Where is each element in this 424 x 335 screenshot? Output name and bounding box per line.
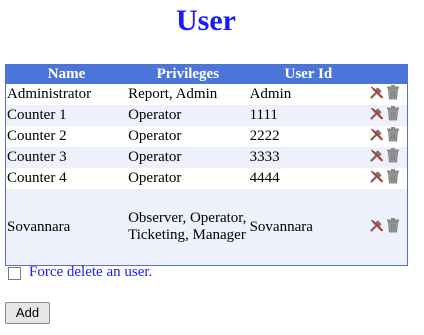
force-delete-option[interactable]: Force delete an user. [8, 264, 152, 281]
cell-user-id: 4444 [249, 170, 280, 186]
edit-tools-icon[interactable] [369, 126, 385, 142]
cell-user-id: Sovannara [249, 218, 313, 235]
cell-privileges: Operator [128, 107, 182, 123]
users-table: Name Privileges User Id Administrator Rep… [5, 64, 408, 266]
cell-name: Counter 2 [7, 128, 67, 144]
force-delete-checkbox[interactable] [8, 266, 21, 280]
cell-user-id: 3333 [249, 149, 280, 165]
trash-icon[interactable] [386, 105, 400, 121]
page-title: User [176, 4, 236, 37]
cell-user-id: Admin [249, 86, 292, 102]
trash-icon[interactable] [386, 147, 400, 163]
add-button[interactable]: Add [5, 302, 50, 324]
edit-tools-icon[interactable] [369, 147, 385, 163]
trash-icon[interactable] [386, 126, 400, 142]
header-actions [368, 65, 407, 84]
cell-actions [368, 168, 407, 189]
table-row: Counter 3 Operator 3333 [6, 147, 407, 168]
cell-name: Counter 3 [7, 149, 67, 165]
edit-tools-icon[interactable] [369, 168, 385, 184]
cell-actions [368, 105, 407, 126]
table-row: Sovannara Observer, Operator, Ticketing, … [6, 189, 407, 265]
cell-name: Administrator [7, 86, 92, 102]
cell-name: Counter 4 [7, 170, 67, 186]
trash-icon[interactable] [386, 217, 400, 233]
cell-privileges: Observer, Operator, Ticketing, Manager [128, 210, 247, 243]
edit-tools-icon[interactable] [369, 105, 385, 121]
cell-actions [368, 84, 407, 105]
cell-actions [368, 147, 407, 168]
force-delete-label[interactable]: Force delete an user. [29, 264, 152, 281]
cell-name: Counter 1 [7, 107, 67, 123]
header-user-id: User Id [284, 66, 333, 82]
header-privileges: Privileges [156, 66, 220, 82]
table-header-row: Name Privileges User Id [6, 65, 407, 84]
cell-privileges: Report, Admin [128, 86, 218, 102]
trash-icon[interactable] [386, 84, 400, 100]
table-row: Counter 4 Operator 4444 [6, 168, 407, 189]
cell-actions [368, 126, 407, 147]
table-row: Counter 2 Operator 2222 [6, 126, 407, 147]
cell-user-id: 2222 [249, 128, 280, 144]
edit-tools-icon[interactable] [369, 217, 385, 233]
cell-privileges: Operator [128, 128, 182, 144]
header-name: Name [47, 66, 86, 82]
trash-icon[interactable] [386, 168, 400, 184]
cell-privileges: Operator [128, 149, 182, 165]
cell-actions [368, 189, 407, 265]
table-row: Counter 1 Operator 1111 [6, 105, 407, 126]
table-row: Administrator Report, Admin Admin [6, 84, 407, 105]
cell-privileges: Operator [128, 170, 182, 186]
edit-tools-icon[interactable] [369, 84, 385, 100]
cell-name: Sovannara [7, 218, 71, 235]
cell-user-id: 1111 [249, 107, 278, 123]
